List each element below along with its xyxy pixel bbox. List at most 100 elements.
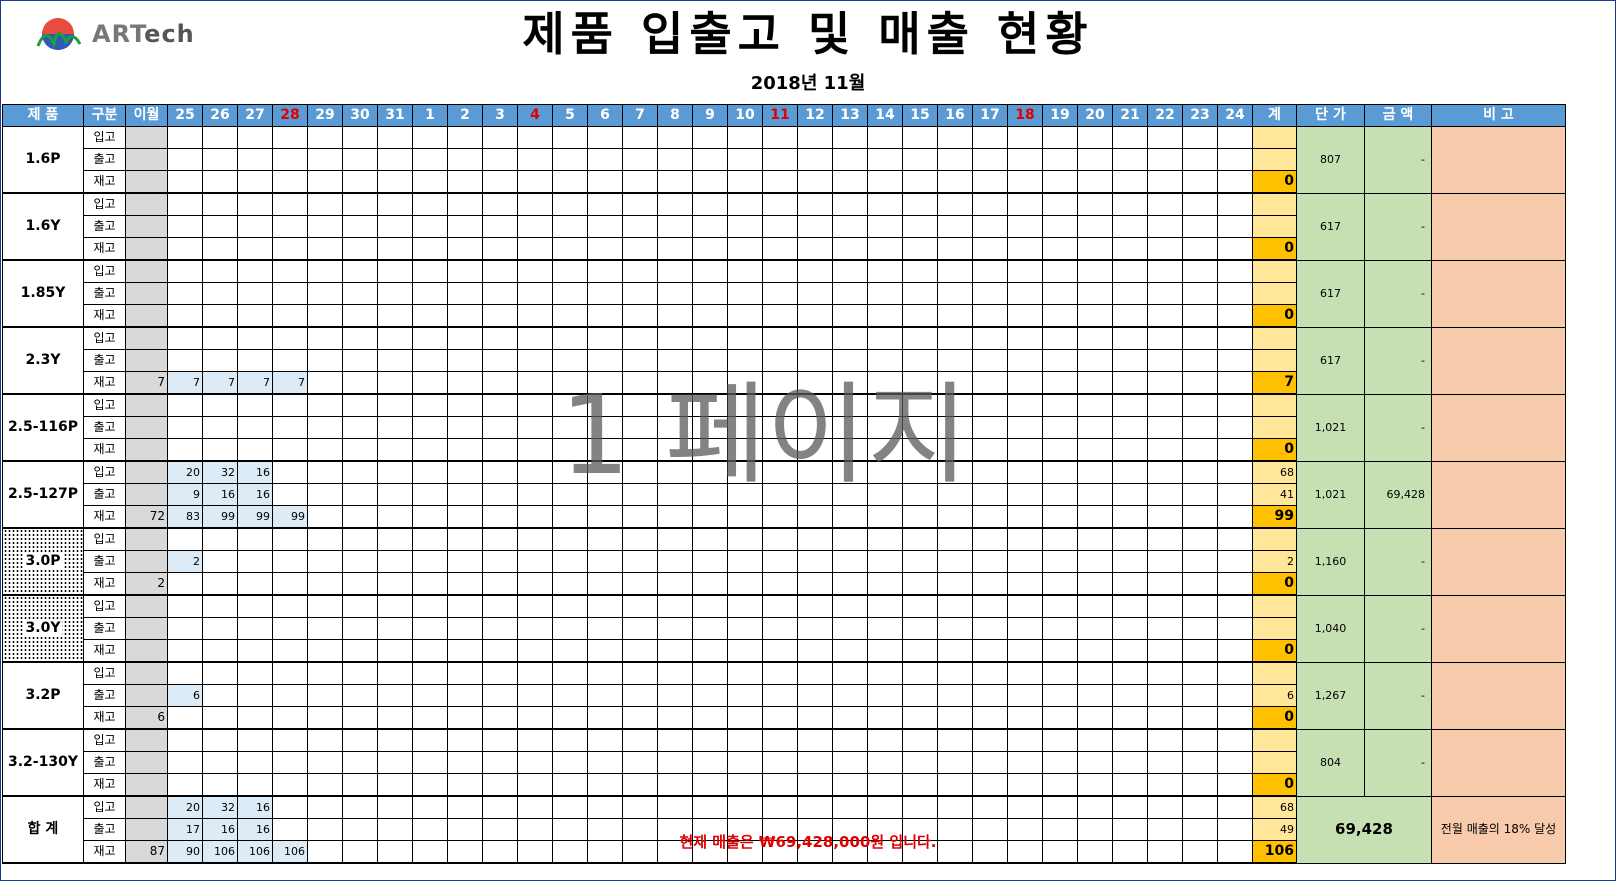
day-cell[interactable] bbox=[1182, 393, 1218, 417]
day-cell[interactable] bbox=[1077, 192, 1113, 216]
day-cell[interactable] bbox=[692, 460, 728, 484]
day-cell[interactable] bbox=[902, 639, 938, 663]
day-cell[interactable] bbox=[1077, 795, 1113, 819]
day-cell[interactable] bbox=[167, 639, 203, 663]
day-cell[interactable] bbox=[377, 483, 413, 506]
day-cell[interactable] bbox=[692, 572, 728, 596]
day-cell[interactable] bbox=[237, 349, 273, 372]
day-cell[interactable] bbox=[482, 259, 518, 283]
day-cell[interactable] bbox=[657, 684, 693, 707]
carryover-cell[interactable] bbox=[125, 282, 168, 305]
carryover-cell[interactable] bbox=[125, 594, 168, 618]
day-cell[interactable] bbox=[307, 661, 343, 685]
day-cell[interactable] bbox=[867, 594, 903, 618]
day-cell[interactable] bbox=[237, 259, 273, 283]
day-cell[interactable] bbox=[972, 594, 1008, 618]
day-cell[interactable] bbox=[832, 706, 868, 730]
carryover-cell[interactable] bbox=[125, 326, 168, 350]
day-cell[interactable] bbox=[937, 304, 973, 328]
day-cell[interactable] bbox=[867, 170, 903, 194]
day-cell[interactable] bbox=[237, 527, 273, 551]
day-cell[interactable] bbox=[937, 126, 973, 149]
day-cell[interactable] bbox=[1182, 170, 1218, 194]
day-cell[interactable] bbox=[1042, 215, 1078, 238]
day-cell[interactable] bbox=[1147, 371, 1183, 395]
day-cell[interactable] bbox=[1217, 282, 1253, 305]
day-cell[interactable] bbox=[517, 594, 553, 618]
day-cell[interactable] bbox=[412, 527, 448, 551]
day-cell[interactable] bbox=[1182, 192, 1218, 216]
day-cell[interactable] bbox=[482, 304, 518, 328]
day-cell[interactable] bbox=[202, 304, 238, 328]
day-cell[interactable] bbox=[307, 259, 343, 283]
day-cell[interactable] bbox=[797, 326, 833, 350]
day-cell[interactable]: 16 bbox=[202, 483, 238, 506]
day-cell[interactable] bbox=[377, 192, 413, 216]
day-cell[interactable] bbox=[727, 215, 763, 238]
day-cell[interactable] bbox=[1217, 505, 1253, 529]
day-cell[interactable] bbox=[797, 170, 833, 194]
day-cell[interactable] bbox=[1007, 706, 1043, 730]
day-cell[interactable] bbox=[167, 192, 203, 216]
day-cell[interactable] bbox=[342, 773, 378, 797]
day-cell[interactable] bbox=[797, 594, 833, 618]
carryover-cell[interactable] bbox=[125, 148, 168, 171]
day-cell[interactable] bbox=[377, 282, 413, 305]
day-cell[interactable] bbox=[517, 304, 553, 328]
day-cell[interactable] bbox=[1182, 282, 1218, 305]
day-cell[interactable] bbox=[1042, 148, 1078, 171]
day-cell[interactable] bbox=[1042, 282, 1078, 305]
day-cell[interactable] bbox=[167, 326, 203, 350]
day-cell[interactable]: 7 bbox=[167, 371, 203, 395]
day-cell[interactable] bbox=[517, 706, 553, 730]
remark-cell[interactable] bbox=[1431, 326, 1566, 395]
day-cell[interactable] bbox=[307, 304, 343, 328]
day-cell[interactable] bbox=[937, 393, 973, 417]
day-cell[interactable]: 32 bbox=[202, 460, 238, 484]
day-cell[interactable] bbox=[482, 416, 518, 439]
day-cell[interactable] bbox=[482, 795, 518, 819]
day-cell[interactable] bbox=[1112, 483, 1148, 506]
day-cell[interactable] bbox=[447, 237, 483, 261]
day-cell[interactable] bbox=[1217, 416, 1253, 439]
day-cell[interactable] bbox=[622, 371, 658, 395]
day-cell[interactable] bbox=[832, 550, 868, 573]
carryover-cell[interactable] bbox=[125, 192, 168, 216]
day-cell[interactable] bbox=[1077, 773, 1113, 797]
day-cell[interactable] bbox=[202, 393, 238, 417]
day-cell[interactable] bbox=[447, 617, 483, 640]
day-cell[interactable] bbox=[272, 773, 308, 797]
day-cell[interactable] bbox=[1112, 617, 1148, 640]
day-cell[interactable] bbox=[1217, 617, 1253, 640]
day-cell[interactable] bbox=[762, 148, 798, 171]
day-cell[interactable] bbox=[867, 215, 903, 238]
day-cell[interactable] bbox=[587, 483, 623, 506]
day-cell[interactable] bbox=[167, 259, 203, 283]
day-cell[interactable] bbox=[692, 371, 728, 395]
day-cell[interactable] bbox=[832, 438, 868, 462]
day-cell[interactable] bbox=[237, 684, 273, 707]
day-cell[interactable] bbox=[692, 304, 728, 328]
day-cell[interactable] bbox=[832, 751, 868, 774]
day-cell[interactable] bbox=[307, 393, 343, 417]
day-cell[interactable] bbox=[727, 773, 763, 797]
day-cell[interactable] bbox=[1007, 751, 1043, 774]
day-cell[interactable] bbox=[517, 192, 553, 216]
day-cell[interactable] bbox=[937, 371, 973, 395]
day-cell[interactable] bbox=[657, 706, 693, 730]
day-cell[interactable] bbox=[342, 416, 378, 439]
day-cell[interactable] bbox=[797, 795, 833, 819]
day-cell[interactable] bbox=[937, 728, 973, 752]
day-cell[interactable] bbox=[867, 326, 903, 350]
day-cell[interactable] bbox=[902, 349, 938, 372]
day-cell[interactable] bbox=[237, 215, 273, 238]
day-cell[interactable] bbox=[797, 572, 833, 596]
day-cell[interactable] bbox=[1182, 460, 1218, 484]
day-cell[interactable] bbox=[1112, 192, 1148, 216]
day-cell[interactable] bbox=[1077, 170, 1113, 194]
day-cell[interactable] bbox=[1147, 259, 1183, 283]
day-cell[interactable] bbox=[972, 170, 1008, 194]
day-cell[interactable] bbox=[867, 393, 903, 417]
day-cell[interactable] bbox=[762, 282, 798, 305]
day-cell[interactable] bbox=[902, 505, 938, 529]
